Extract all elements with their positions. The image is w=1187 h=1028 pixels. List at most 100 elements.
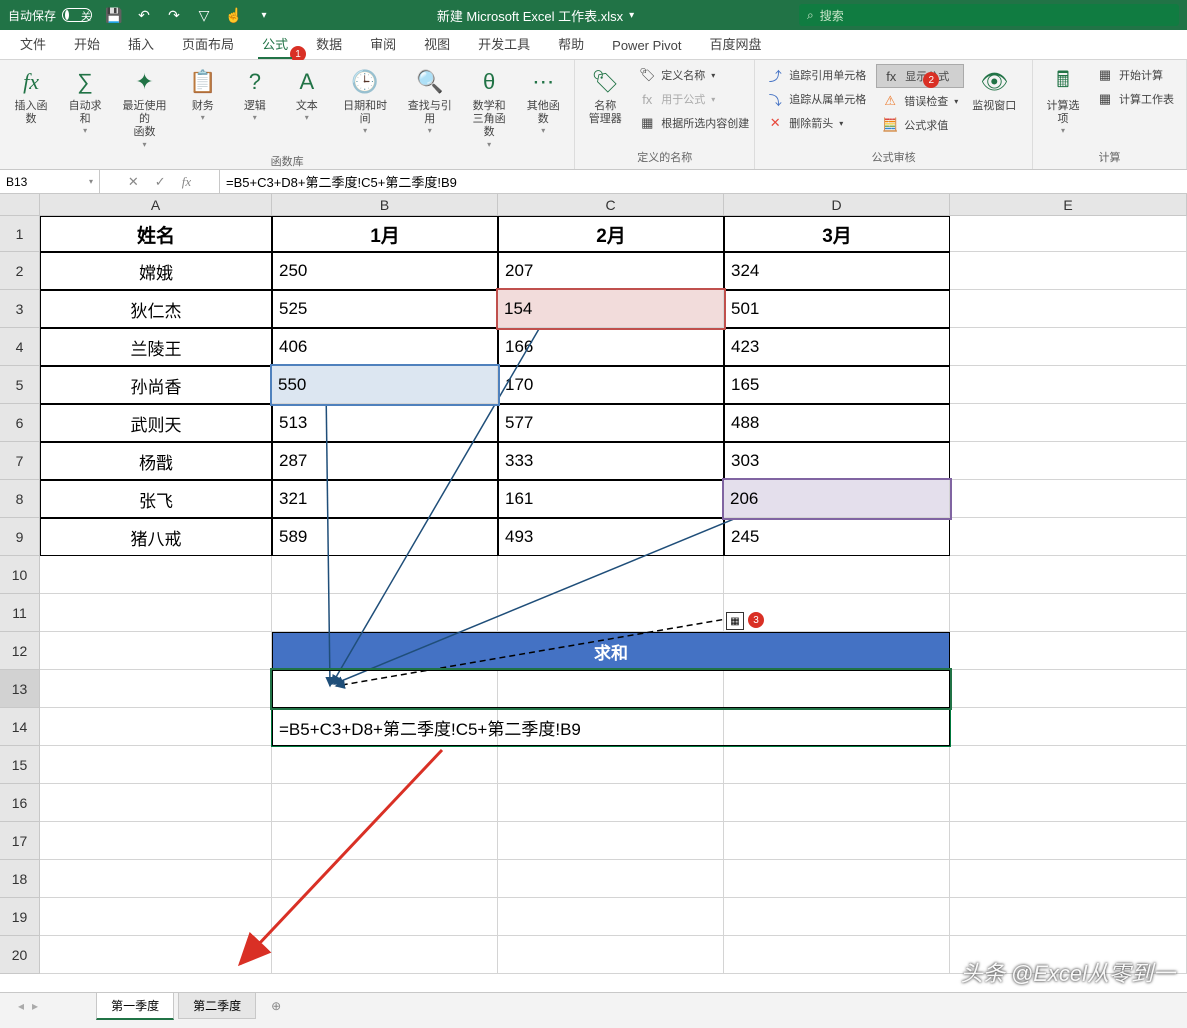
sheet-next-icon[interactable]: ▸ (32, 999, 38, 1013)
table-cell-r8-c2[interactable]: 161 (498, 480, 724, 518)
grid-cell[interactable] (498, 898, 724, 936)
ribbon-tab-1[interactable]: 开始 (60, 28, 114, 59)
row-header-11[interactable]: 11 (0, 594, 40, 632)
grid-cell[interactable] (950, 898, 1187, 936)
ribbon-tab-8[interactable]: 开发工具 (464, 28, 544, 59)
table-cell-r2-c0[interactable]: 嫦娥 (40, 252, 272, 290)
redo-icon[interactable]: ↷ (166, 7, 182, 23)
col-header-B[interactable]: B (272, 194, 498, 216)
grid-cell[interactable] (950, 860, 1187, 898)
grid-cell[interactable] (40, 594, 272, 632)
col-header-C[interactable]: C (498, 194, 724, 216)
table-header-0[interactable]: 姓名 (40, 216, 272, 252)
grid-cell[interactable] (40, 936, 272, 974)
table-cell-r9-c0[interactable]: 猪八戒 (40, 518, 272, 556)
ribbon-tab-2[interactable]: 插入 (114, 28, 168, 59)
title-dd-icon[interactable]: ▾ (629, 10, 634, 21)
grid-cell[interactable] (950, 480, 1187, 518)
sheet-prev-icon[interactable]: ◂ (18, 999, 24, 1013)
col-header-D[interactable]: D (724, 194, 950, 216)
trace-dependents-button[interactable]: ⤵追踪从属单元格 (761, 88, 872, 110)
namebox-dd-icon[interactable]: ▾ (89, 177, 93, 186)
search-input[interactable]: ⌕ 搜索 (799, 4, 1179, 26)
row-header-6[interactable]: 6 (0, 404, 40, 442)
grid-cell[interactable] (724, 860, 950, 898)
more-icon[interactable]: ▾ (256, 7, 272, 23)
define-name-button[interactable]: 🏷定义名称 ▾ (633, 64, 755, 86)
grid-cell[interactable] (950, 518, 1187, 556)
grid-cell[interactable] (272, 936, 498, 974)
grid-cell[interactable] (724, 822, 950, 860)
grid-cell[interactable] (498, 746, 724, 784)
grid-cell[interactable] (40, 632, 272, 670)
save-icon[interactable]: 💾 (106, 7, 122, 23)
grid-cell[interactable] (724, 784, 950, 822)
table-cell-r6-c3[interactable]: 488 (724, 404, 950, 442)
row-header-14[interactable]: 14 (0, 708, 40, 746)
formula-display[interactable]: =B5+C3+D8+第二季度!C5+第二季度!B9 (272, 708, 950, 746)
ribbon-tab-9[interactable]: 帮助 (544, 28, 598, 59)
grid-cell[interactable] (272, 594, 498, 632)
ribbon-tab-10[interactable]: Power Pivot (598, 32, 695, 59)
table-cell-r9-c1[interactable]: 589 (272, 518, 498, 556)
table-cell-r8-c0[interactable]: 张飞 (40, 480, 272, 518)
ribbon-tab-0[interactable]: 文件 (6, 28, 60, 59)
selected-b13[interactable] (272, 670, 950, 708)
grid-cell[interactable] (950, 746, 1187, 784)
val-c3[interactable]: 154 (498, 290, 724, 328)
col-header-A[interactable]: A (40, 194, 272, 216)
ribbon-tab-3[interactable]: 页面布局 (168, 28, 248, 59)
table-cell-r9-c3[interactable]: 245 (724, 518, 950, 556)
table-cell-r6-c1[interactable]: 513 (272, 404, 498, 442)
name-manager-button[interactable]: 🏷 名称 管理器 (579, 62, 631, 130)
row-header-15[interactable]: 15 (0, 746, 40, 784)
select-all-corner[interactable] (0, 194, 40, 216)
row-header-2[interactable]: 2 (0, 252, 40, 290)
table-cell-r8-c1[interactable]: 321 (272, 480, 498, 518)
grid-cell[interactable] (272, 898, 498, 936)
grid-cell[interactable] (40, 746, 272, 784)
row-header-7[interactable]: 7 (0, 442, 40, 480)
ribbon-tab-5[interactable]: 数据 (302, 28, 356, 59)
grid-cell[interactable] (950, 556, 1187, 594)
name-box[interactable]: B13 ▾ (0, 170, 100, 193)
grid-cell[interactable] (498, 822, 724, 860)
grid-cell[interactable] (950, 594, 1187, 632)
table-header-2[interactable]: 2月 (498, 216, 724, 252)
grid-cell[interactable] (950, 632, 1187, 670)
table-cell-r3-c0[interactable]: 狄仁杰 (40, 290, 272, 328)
error-check-button[interactable]: ⚠错误检查 ▾ (876, 90, 964, 112)
table-cell-r6-c0[interactable]: 武则天 (40, 404, 272, 442)
grid-cell[interactable] (40, 860, 272, 898)
table-cell-r5-c0[interactable]: 孙尚香 (40, 366, 272, 404)
table-cell-r9-c2[interactable]: 493 (498, 518, 724, 556)
row-header-17[interactable]: 17 (0, 822, 40, 860)
table-header-1[interactable]: 1月 (272, 216, 498, 252)
grid-cell[interactable] (724, 936, 950, 974)
insert-function-button[interactable]: fx 插入函数 (4, 62, 58, 130)
grid-cell[interactable] (498, 556, 724, 594)
grid-cell[interactable] (272, 746, 498, 784)
grid-cell[interactable] (40, 784, 272, 822)
grid-cell[interactable] (950, 784, 1187, 822)
grid-cell[interactable] (272, 784, 498, 822)
grid-cell[interactable] (40, 670, 272, 708)
show-formulas-button[interactable]: fx显示公式 (876, 64, 964, 88)
ribbon-tab-4[interactable]: 公式1 (248, 28, 302, 59)
grid-cell[interactable] (950, 366, 1187, 404)
eval-formula-button[interactable]: 🧮公式求值 (876, 114, 964, 136)
financial-button[interactable]: 📋 财务▾ (177, 62, 229, 126)
grid-cell[interactable] (498, 594, 724, 632)
row-header-13[interactable]: 13 (0, 670, 40, 708)
grid-cell[interactable] (950, 328, 1187, 366)
grid-cell[interactable] (498, 936, 724, 974)
sum-header[interactable]: 求和 (272, 632, 950, 670)
undo-icon[interactable]: ↶ (136, 7, 152, 23)
grid-cell[interactable] (40, 822, 272, 860)
grid-cell[interactable] (272, 860, 498, 898)
row-header-4[interactable]: 4 (0, 328, 40, 366)
grid-cell[interactable] (950, 252, 1187, 290)
ribbon-tab-6[interactable]: 审阅 (356, 28, 410, 59)
grid-cell[interactable] (724, 898, 950, 936)
row-header-5[interactable]: 5 (0, 366, 40, 404)
